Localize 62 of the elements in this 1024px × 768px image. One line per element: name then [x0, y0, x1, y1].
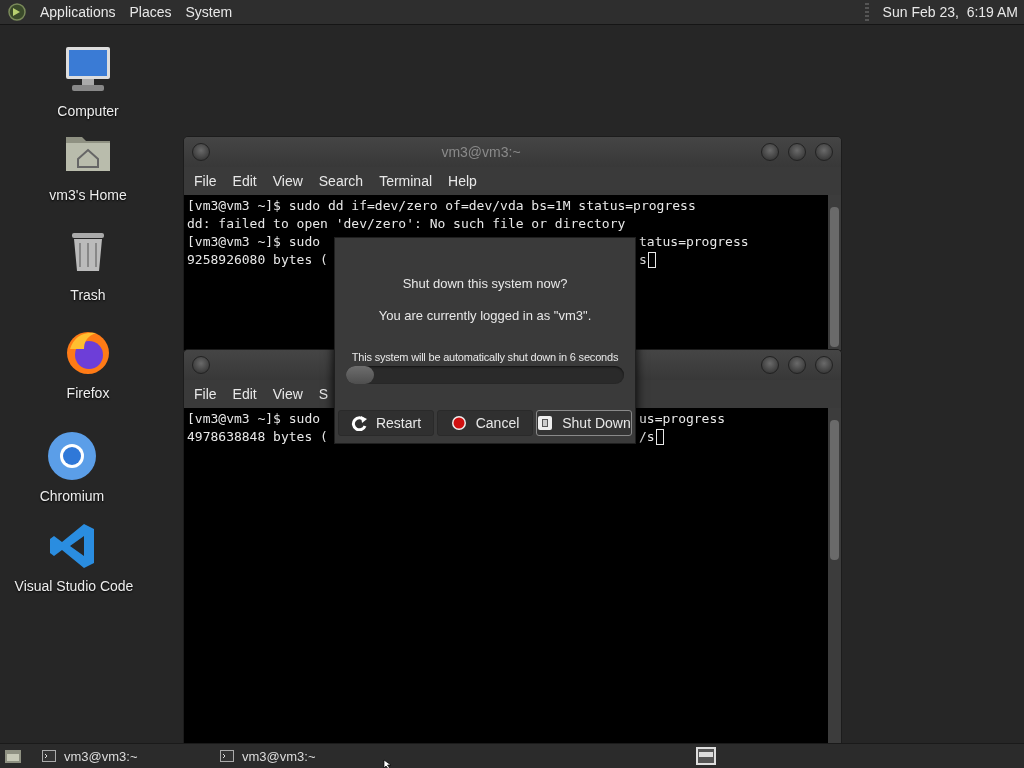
menu-item[interactable]: S: [310, 382, 337, 406]
terminal-text: /s: [639, 428, 655, 446]
terminal-line: 9258926080 bytes (: [187, 251, 328, 269]
text-cursor: [647, 252, 656, 268]
panel-handle[interactable]: [864, 3, 869, 21]
panel-menu[interactable]: Applications: [40, 4, 116, 20]
terminal-icon: [220, 750, 234, 762]
show-desktop-icon[interactable]: [4, 748, 22, 764]
maximize-button[interactable]: [788, 356, 806, 374]
close-button[interactable]: [815, 143, 833, 161]
panel-menu[interactable]: System: [185, 4, 233, 20]
taskbar-task[interactable]: vm3@vm3:~: [214, 745, 378, 767]
terminal-icon: [42, 750, 56, 762]
menu-item[interactable]: View: [264, 169, 311, 193]
taskbar-task[interactable]: vm3@vm3:~: [36, 745, 200, 767]
logo-icon[interactable]: [8, 3, 26, 21]
terminal-line: [vm3@vm3 ~]$ sudo dd if=dev/zero of=dev/vda bs=1M status=progress: [187, 197, 696, 215]
workspace-switcher-icon[interactable]: [695, 746, 717, 766]
terminal-text: tatus=progress: [639, 233, 749, 251]
menu-item[interactable]: Terminal: [371, 169, 441, 193]
menu-item[interactable]: File: [186, 382, 225, 406]
text-cursor: [655, 429, 664, 445]
menu-item[interactable]: Help: [440, 169, 485, 193]
close-button[interactable]: [815, 356, 833, 374]
icon-label[interactable]: vm3's Home: [49, 187, 127, 203]
terminal-text: us=progress: [639, 410, 726, 428]
menu-item[interactable]: View: [264, 382, 311, 406]
menu-item[interactable]: File: [186, 169, 225, 193]
terminal-text: s: [639, 251, 647, 269]
maximize-button[interactable]: [788, 143, 806, 161]
countdown-text: This system will be automatically shut down in 6 seconds: [351, 351, 619, 363]
terminal-line: [vm3@vm3 ~]$ sudo: [187, 410, 321, 428]
mouse-pointer-icon: [383, 759, 393, 768]
minimize-button[interactable]: [761, 143, 779, 161]
minimize-button[interactable]: [761, 356, 779, 374]
dialog-info: You are currently logged in as "vm3".: [378, 308, 592, 323]
window-menu-button[interactable]: [192, 356, 210, 374]
restart-icon: [350, 415, 367, 431]
browser-icon[interactable]: [46, 430, 98, 482]
terminal-line: [vm3@vm3 ~]$ sudo: [187, 233, 321, 251]
terminal-line: 4978638848 bytes (: [187, 428, 328, 446]
icon-label[interactable]: Trash: [70, 287, 106, 303]
icon-label[interactable]: Firefox: [66, 385, 110, 401]
menu-item[interactable]: Search: [310, 169, 372, 193]
terminal-line: dd: failed to open 'dev/zero': No such file or directory: [187, 215, 626, 233]
scrollbar[interactable]: [828, 195, 841, 350]
scrollbar[interactable]: [828, 408, 841, 746]
menu-item[interactable]: Edit: [224, 382, 265, 406]
dialog-button[interactable]: Shut Down: [536, 410, 632, 436]
stop-icon: [450, 415, 467, 431]
dialog-button[interactable]: Cancel: [437, 410, 533, 436]
window-menu-button[interactable]: [192, 143, 210, 161]
icon-label[interactable]: Visual Studio Code: [14, 578, 134, 594]
panel-menu[interactable]: Places: [129, 4, 172, 20]
icon-label[interactable]: Computer: [57, 103, 119, 119]
dialog-button[interactable]: Restart: [338, 410, 434, 436]
dialog-question: Shut down this system now?: [402, 276, 568, 291]
menu-item[interactable]: Edit: [224, 169, 265, 193]
icon-label[interactable]: Chromium: [39, 488, 105, 504]
clock[interactable]: Sun Feb 23, 6:19 AM: [882, 4, 1018, 20]
power-icon: [537, 415, 554, 431]
window-title: vm3@vm3:~: [440, 144, 522, 160]
